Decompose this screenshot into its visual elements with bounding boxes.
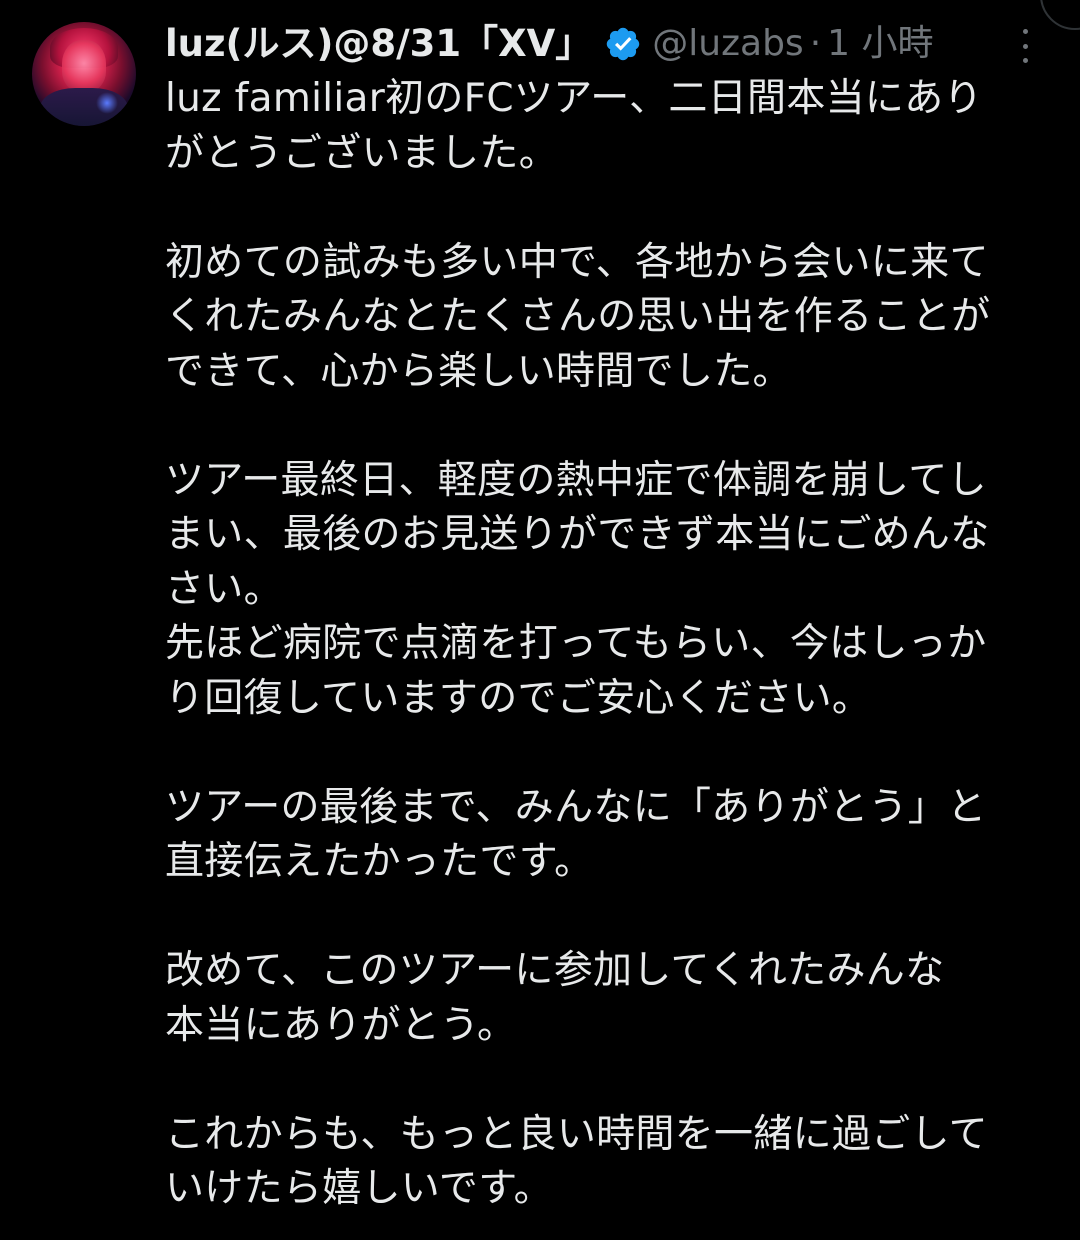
tweet-line-blank	[165, 1053, 1055, 1108]
tweet-line: 改めて、このツアーに参加してくれたみんな	[165, 948, 945, 993]
more-dot	[1022, 58, 1028, 63]
user-handle[interactable]: @luzabs	[652, 16, 803, 72]
avatar[interactable]	[32, 22, 136, 126]
more-vertical-icon[interactable]	[1010, 26, 1040, 66]
tweet-line: これからも、もっと良い時間を一緒に過ごして	[165, 1111, 988, 1157]
tweet-line: 先ほど病院で点滴を打ってもらい、今はしっか	[165, 621, 987, 666]
tweet-line: ツアー最終日、軽度の熱中症で体調を崩してし	[165, 457, 987, 503]
verified-badge-icon[interactable]	[604, 25, 642, 63]
tweet-line: り回復していますのでご安心ください。	[165, 675, 872, 721]
tweet-line: くれたみんなとたくさんの思い出を作ることが	[165, 294, 991, 339]
tweet-line-blank	[165, 726, 1055, 781]
header-separator: ·	[809, 23, 822, 64]
tweet-line: ツアーの最後まで、みんなに「ありがとう」と	[165, 784, 987, 830]
tweet-line-blank	[165, 181, 1055, 236]
tweet-line: 初めての試みも多い中で、各地から会いに来て	[165, 239, 989, 285]
tweet-line: 直接伝えたかったです。	[165, 839, 594, 884]
tweet-line: さい。	[165, 566, 283, 612]
tweet-line-blank	[165, 399, 1055, 454]
tweet-text: luz familiar初のFCツアー、二日間本当にあり がとうございました。初め…	[165, 72, 1055, 1217]
tweet-line: 本当にありがとう。	[165, 1002, 517, 1048]
tweet-line: がとうございました。	[165, 130, 559, 176]
display-name[interactable]: luz(ルス)@8/31「XV」	[165, 16, 592, 72]
tweet-timestamp[interactable]: 1 小時	[827, 16, 933, 72]
tweet-line: いけたら嬉しいです。	[165, 1166, 553, 1211]
tweet-line: luz familiar初のFCツアー、二日間本当にあり	[165, 76, 983, 121]
tweet-line-blank	[165, 890, 1055, 945]
corner-decoration	[1040, 0, 1080, 30]
avatar-glow	[96, 92, 118, 114]
tweet-line: まい、最後のお見送りができず本当にごめんな	[165, 512, 990, 557]
tweet-line: できて、心から楽しい時間でした。	[165, 348, 792, 394]
tweet-header: luz(ルス)@8/31「XV」 @luzabs · 1 小時	[165, 16, 1045, 72]
more-dot	[1022, 29, 1028, 34]
avatar-face	[62, 40, 106, 92]
more-dot	[1022, 43, 1028, 49]
